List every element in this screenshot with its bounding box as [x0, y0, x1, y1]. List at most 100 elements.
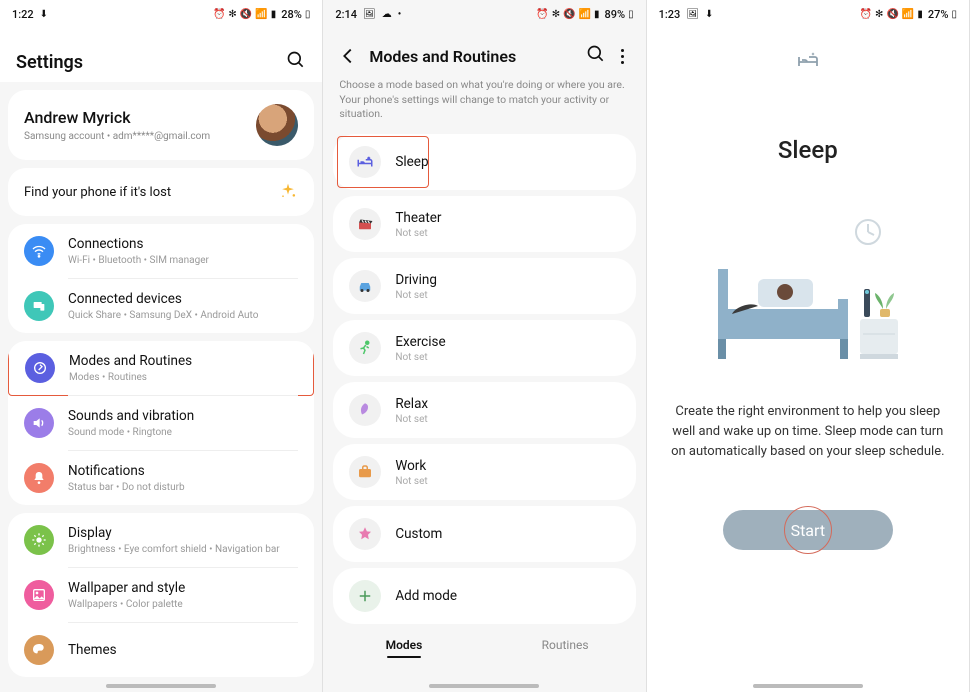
modes-screen: 2:14 🖼 ☁ • ⏰ ✻ 🔇 📶 ▮ 89% ▯ Modes and Rou…: [323, 0, 646, 692]
running-icon: [349, 332, 381, 364]
wallpaper-icon: [24, 580, 54, 610]
find-phone-label: Find your phone if it's lost: [24, 185, 278, 200]
row-sub: Wi-Fi • Bluetooth • SIM manager: [68, 255, 298, 266]
settings-row-connected-devices[interactable]: Connected devicesQuick Share • Samsung D…: [8, 279, 314, 333]
search-icon[interactable]: [286, 50, 306, 74]
sound-icon: [24, 408, 54, 438]
battery-percent: 28%: [281, 8, 302, 21]
profile-sub: Samsung account • adm*****@gmail.com: [24, 131, 256, 142]
signal-icon: ▮: [917, 9, 923, 20]
profile-name: Andrew Myrick: [24, 108, 256, 127]
nav-pill[interactable]: [429, 684, 539, 688]
settings-row-themes[interactable]: Themes: [8, 623, 314, 677]
devices-icon: [24, 291, 54, 321]
alarm-icon: ⏰: [860, 9, 872, 20]
mode-add[interactable]: Add mode: [333, 568, 635, 624]
tab-label: Routines: [542, 638, 589, 652]
battery-icon: ▯: [951, 9, 957, 20]
nav-pill[interactable]: [106, 684, 216, 688]
modes-description: Choose a mode based on what you're doing…: [323, 74, 645, 128]
battery-icon: ▯: [305, 9, 311, 20]
mode-label: Driving: [395, 272, 437, 288]
mode-label: Add mode: [395, 588, 457, 604]
find-phone-card[interactable]: Find your phone if it's lost: [8, 168, 314, 216]
clapper-icon: [349, 208, 381, 240]
mode-sub: Not set: [395, 476, 427, 487]
row-sub: Quick Share • Samsung DeX • Android Auto: [68, 310, 298, 321]
settings-row-notifications[interactable]: Notifications Status bar • Do not disturb: [8, 451, 314, 505]
tab-label: Modes: [386, 638, 423, 652]
car-icon: [349, 270, 381, 302]
bottom-tabs: Modes Routines: [323, 630, 645, 672]
mode-theater[interactable]: TheaterNot set: [333, 196, 635, 252]
battery-icon: ▯: [628, 9, 634, 20]
mode-exercise[interactable]: ExerciseNot set: [333, 320, 635, 376]
row-sub: Modes • Routines: [69, 372, 297, 383]
status-time: 1:23: [659, 8, 681, 21]
start-button-label: Start: [791, 521, 825, 540]
mode-relax[interactable]: RelaxNot set: [333, 382, 635, 438]
row-sub: Brightness • Eye comfort shield • Naviga…: [68, 544, 298, 555]
bluetooth-icon: ✻: [552, 9, 560, 20]
page-title: Settings: [16, 52, 286, 73]
bed-hero-icon: [647, 48, 969, 76]
status-bar: 1:22 ⬇ ⏰ ✻ 🔇 📶 ▮ 28% ▯: [0, 0, 322, 28]
tab-modes[interactable]: Modes: [323, 638, 484, 658]
mode-driving[interactable]: Driving Not set: [333, 258, 635, 314]
sleep-description: Create the right environment to help you…: [647, 374, 969, 462]
settings-row-wallpaper[interactable]: Wallpaper and styleWallpapers • Color pa…: [8, 568, 314, 622]
mode-custom[interactable]: Custom: [333, 506, 635, 562]
mode-sub: Not set: [395, 290, 437, 301]
mode-work[interactable]: Work Not set: [333, 444, 635, 500]
status-time: 2:14: [335, 8, 357, 21]
more-icon[interactable]: [614, 49, 632, 64]
mode-label: Work: [395, 458, 427, 474]
battery-percent: 89%: [605, 8, 626, 21]
row-sub: Status bar • Do not disturb: [68, 482, 298, 493]
settings-row-connections[interactable]: Connections Wi-Fi • Bluetooth • SIM manag…: [8, 224, 314, 278]
wifi-circle-icon: [24, 236, 54, 266]
row-label: Display: [68, 525, 298, 541]
status-right-icons: ⏰ ✻ 🔇 📶 ▮ 28% ▯: [213, 8, 310, 21]
profile-card[interactable]: Andrew Myrick Samsung account • adm*****…: [8, 90, 314, 160]
mode-sleep[interactable]: Sleep: [333, 134, 635, 190]
status-time: 1:22: [12, 8, 34, 21]
row-label: Sounds and vibration: [68, 408, 298, 424]
wifi-icon: 📶: [255, 9, 267, 20]
mute-icon: 🔇: [886, 9, 898, 20]
settings-row-display[interactable]: Display Brightness • Eye comfort shield •…: [8, 513, 314, 567]
row-label: Notifications: [68, 463, 298, 479]
tab-routines[interactable]: Routines: [485, 638, 646, 658]
status-bar: 2:14 🖼 ☁ • ⏰ ✻ 🔇 📶 ▮ 89% ▯: [323, 0, 645, 28]
settings-row-sounds[interactable]: Sounds and vibrationSound mode • Rington…: [8, 396, 314, 450]
leaf-icon: [349, 394, 381, 426]
star-icon: [349, 518, 381, 550]
back-icon[interactable]: [337, 45, 359, 67]
wifi-icon: 📶: [579, 9, 591, 20]
briefcase-icon: [349, 456, 381, 488]
signal-icon: ▮: [594, 9, 600, 20]
sleep-illustration: [688, 214, 928, 374]
status-right-icons: ⏰ ✻ 🔇 📶 ▮ 89% ▯: [536, 8, 633, 21]
start-button[interactable]: Start: [723, 510, 893, 550]
image-icon: 🖼: [686, 9, 699, 20]
mode-sub: Not set: [395, 414, 428, 425]
row-label: Themes: [68, 642, 298, 658]
row-label: Connections: [68, 236, 298, 252]
search-icon[interactable]: [586, 44, 606, 68]
avatar[interactable]: [256, 104, 298, 146]
dot-icon: •: [398, 9, 402, 20]
plus-icon: [349, 580, 381, 612]
modes-icon: [25, 353, 55, 383]
sleep-title: Sleep: [647, 136, 969, 164]
signal-icon: ▮: [271, 9, 277, 20]
alarm-icon: ⏰: [536, 9, 548, 20]
nav-pill[interactable]: [753, 684, 863, 688]
battery-percent: 27%: [928, 8, 949, 21]
display-icon: [24, 525, 54, 555]
sparkle-icon: [278, 182, 298, 202]
bluetooth-icon: ✻: [228, 9, 236, 20]
modes-header: Modes and Routines: [323, 28, 645, 74]
settings-row-modes-routines[interactable]: Modes and RoutinesModes • Routines: [8, 341, 314, 396]
mode-label: Exercise: [395, 334, 445, 350]
